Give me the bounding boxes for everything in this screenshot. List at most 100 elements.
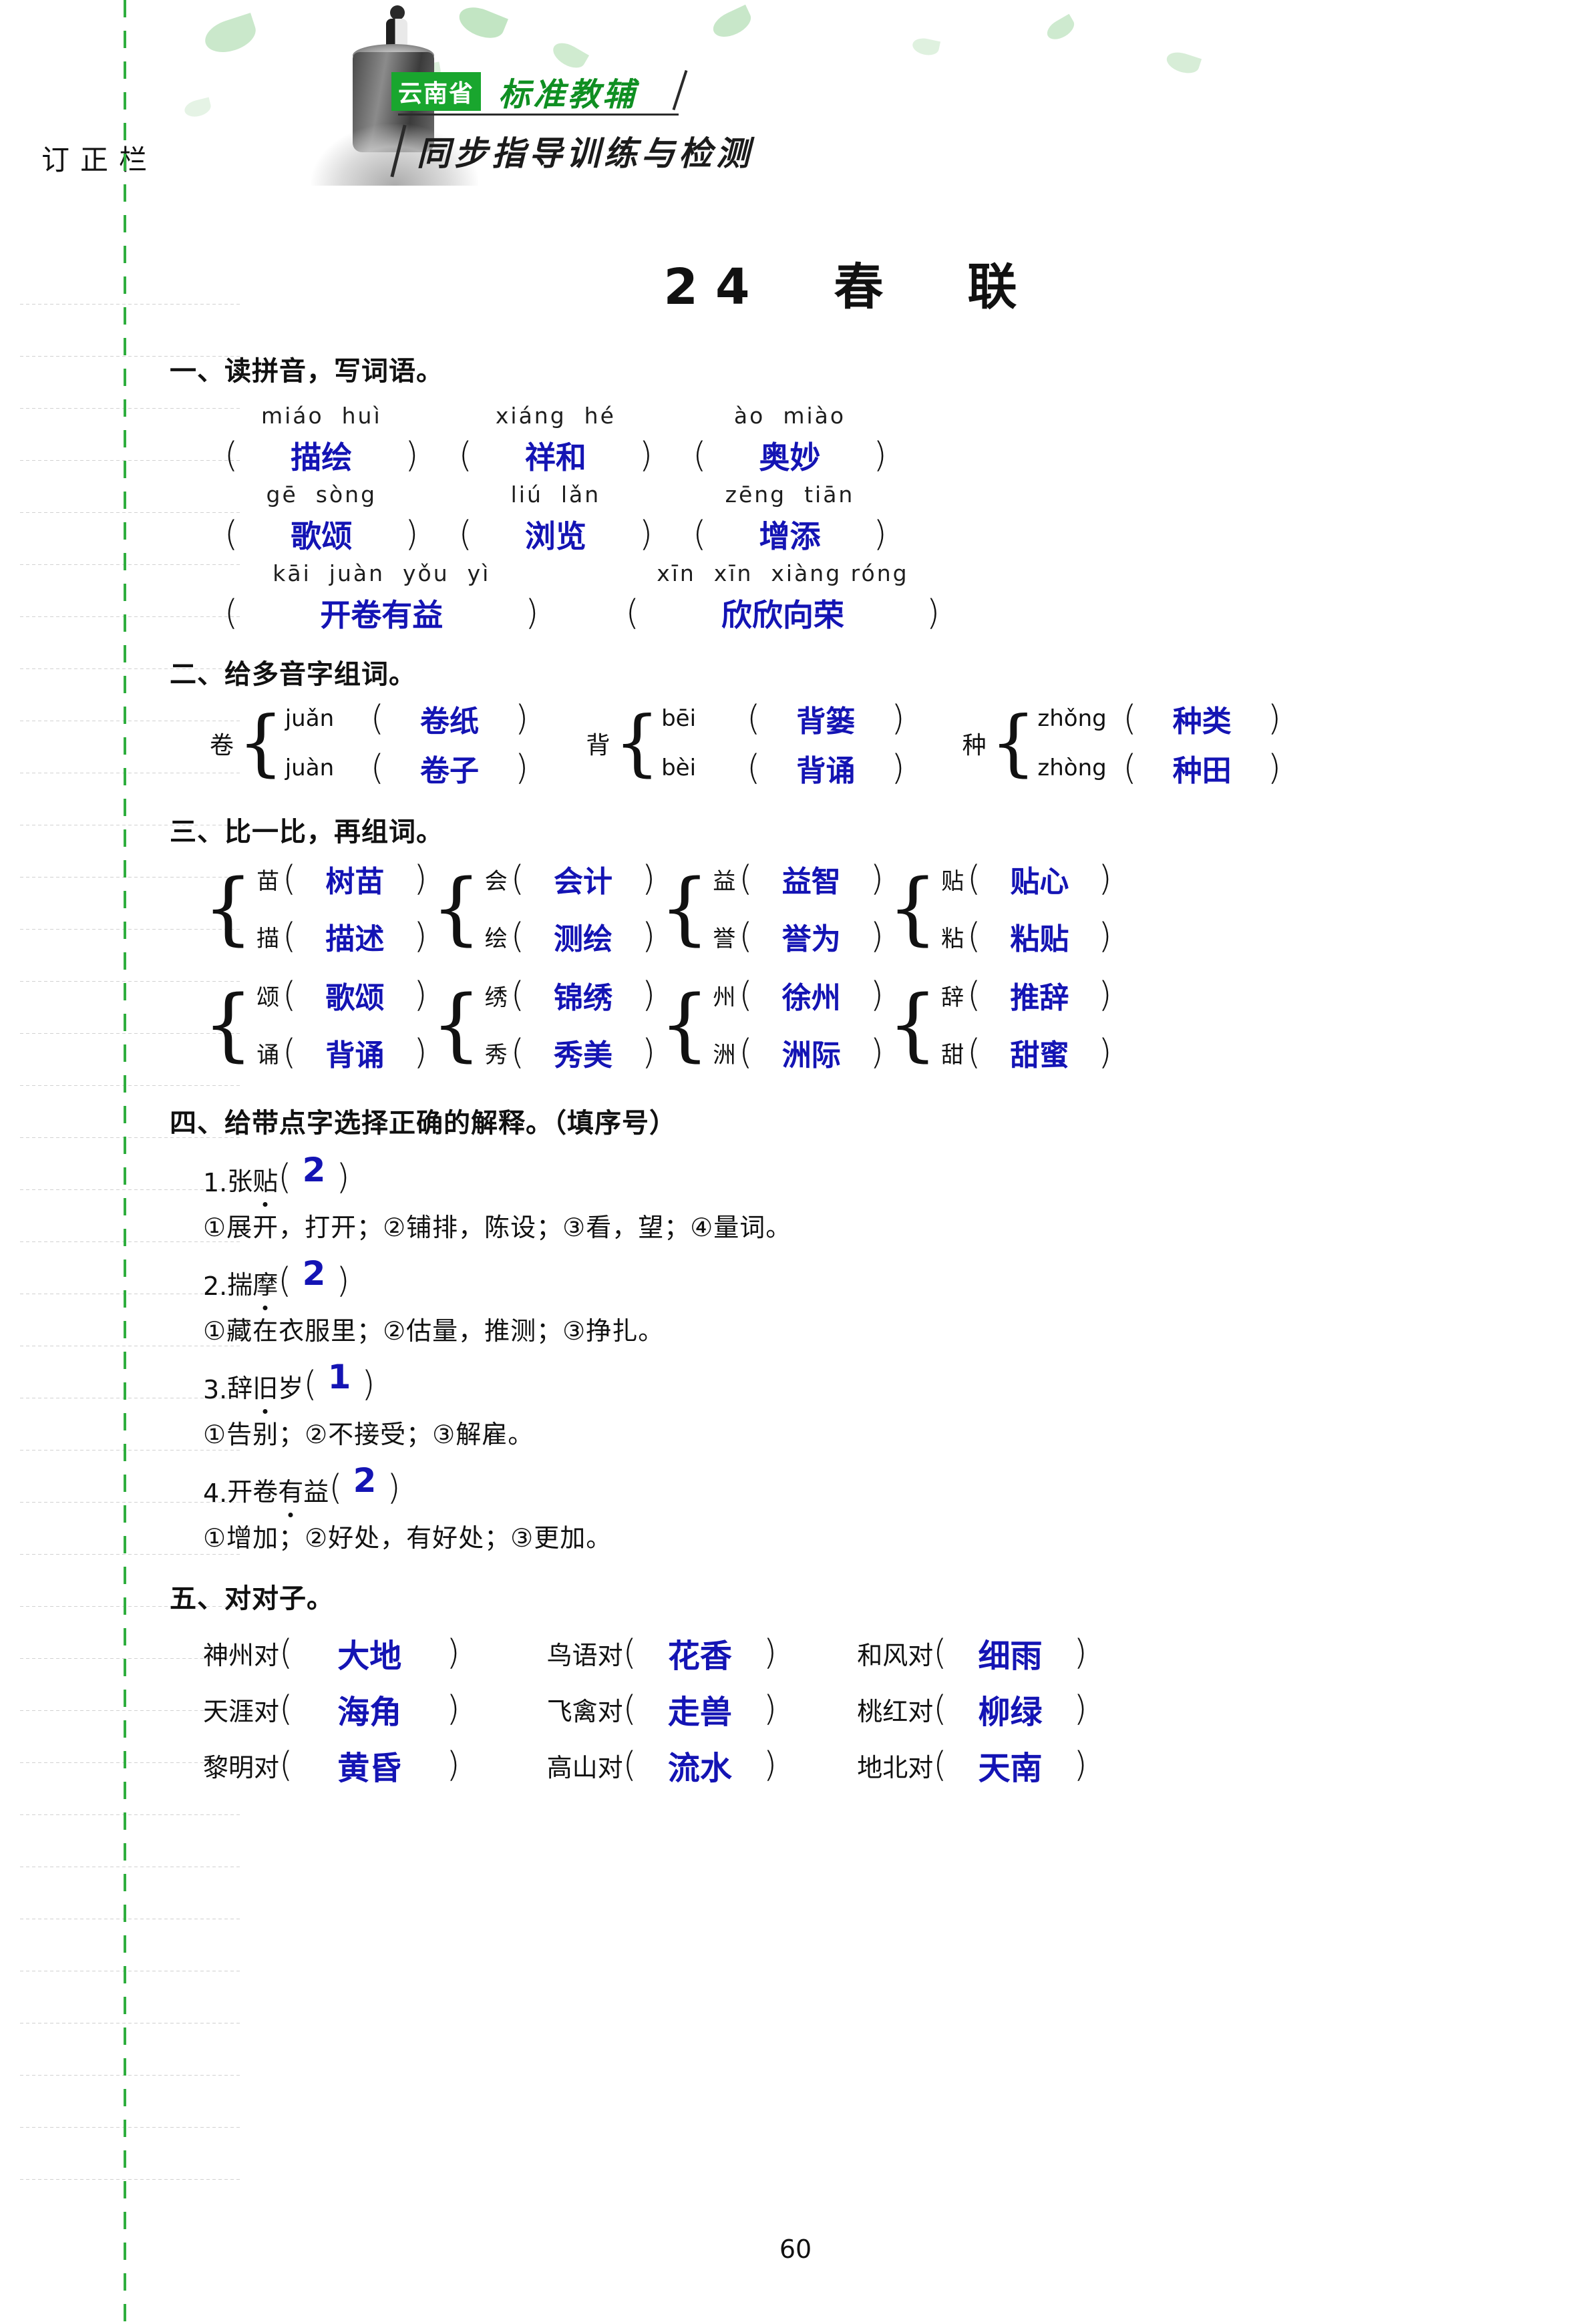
answer-blank[interactable]: 描绘 bbox=[238, 433, 405, 477]
answer-blank[interactable]: 流水 bbox=[637, 1742, 763, 1788]
compare-rows: 辞(推辞) 甜(甜蜜) bbox=[938, 966, 1112, 1081]
answer-blank[interactable]: 锦绣 bbox=[524, 974, 642, 1016]
answer-blank[interactable]: 背诵 bbox=[296, 1031, 413, 1074]
right-paren: ) bbox=[405, 435, 419, 475]
answer-blank[interactable]: 2 bbox=[303, 1151, 326, 1189]
answer-blank[interactable]: 欣欣向荣 bbox=[639, 591, 926, 635]
right-paren: ) bbox=[336, 1261, 350, 1301]
left-paren: ( bbox=[278, 1157, 292, 1197]
answer-blank[interactable]: 背诵 bbox=[760, 747, 891, 789]
left-paren: ( bbox=[739, 916, 753, 956]
answer-blank[interactable]: 细雨 bbox=[947, 1629, 1074, 1676]
section-4-heading: 四、给带点字选择正确的解释。（填序号） bbox=[170, 1108, 677, 1139]
answer-blank[interactable]: 益智 bbox=[753, 857, 870, 900]
pinyin-text: kāi juàn yǒu yì bbox=[273, 560, 491, 586]
compare-item: 颂(歌颂) bbox=[253, 966, 427, 1024]
answer-blank[interactable]: 会计 bbox=[524, 857, 642, 900]
brace-icon: { bbox=[431, 977, 482, 1070]
answer-blank[interactable]: 种田 bbox=[1137, 747, 1268, 789]
answer-blank[interactable]: 粘贴 bbox=[981, 915, 1098, 958]
answer-blank[interactable]: 2 bbox=[353, 1461, 377, 1500]
answer-blank[interactable]: 卷子 bbox=[384, 747, 515, 789]
leaf-icon bbox=[1043, 13, 1078, 44]
couplet-prompt: 天涯对 bbox=[203, 1696, 280, 1726]
couplet-item: 地北对 (天南) bbox=[857, 1742, 1087, 1788]
polyphone-char: 种 bbox=[962, 732, 987, 759]
compare-rows: 益(益智) 誉(誉为) bbox=[709, 850, 884, 965]
left-paren: ( bbox=[283, 1032, 297, 1073]
page-header-art: 云南省 标准教辅 同步指导训练与检测 bbox=[124, 0, 1591, 220]
answer-blank[interactable]: 开卷有益 bbox=[238, 591, 525, 635]
pinyin-answer-cell: xīn xīn xiàng róng (欣欣向荣) bbox=[626, 560, 940, 635]
answer-blank[interactable]: 背篓 bbox=[760, 697, 891, 740]
polyphone-pinyin: bēi bbox=[661, 705, 697, 732]
compare-char: 绣 bbox=[484, 984, 508, 1011]
answer-blank[interactable]: 誉为 bbox=[753, 915, 870, 958]
section-5-heading: 五、对对子。 bbox=[170, 1583, 334, 1614]
leaf-icon bbox=[1164, 48, 1202, 77]
answer-blank[interactable]: 秀美 bbox=[524, 1031, 642, 1074]
answer-blank[interactable]: 甜蜜 bbox=[981, 1031, 1098, 1074]
answer-blank[interactable]: 1 bbox=[328, 1358, 351, 1396]
left-paren: ( bbox=[739, 1032, 753, 1073]
left-paren: ( bbox=[370, 748, 385, 788]
right-paren: ) bbox=[361, 1364, 375, 1404]
left-paren: ( bbox=[279, 1745, 293, 1785]
couplet-item: 高山对 (流水) bbox=[547, 1742, 777, 1788]
answer-blank[interactable]: 天南 bbox=[947, 1742, 1074, 1788]
brace-icon: { bbox=[990, 701, 1037, 785]
section-4-definition-exercise: 1. 张贴 (2) ①展开，打开；②铺排，陈设；③看，望；④量词。 2. 揣摩 (2… bbox=[124, 1151, 1591, 1554]
polyphone-char: 背 bbox=[586, 732, 610, 759]
answer-blank[interactable]: 2 bbox=[303, 1254, 326, 1293]
pinyin-row: miáo huì(描绘) xiáng hé(祥和) ào miào(奥妙) bbox=[124, 403, 1591, 477]
answer-blank[interactable]: 卷纸 bbox=[384, 697, 515, 740]
compare-item: 州(徐州) bbox=[709, 966, 884, 1024]
answer-blank[interactable]: 花香 bbox=[637, 1629, 763, 1676]
compare-item: 描(描述) bbox=[253, 908, 427, 965]
right-paren: ) bbox=[446, 1745, 460, 1785]
answer-blank[interactable]: 奥妙 bbox=[706, 433, 873, 477]
answer-blank[interactable]: 贴心 bbox=[981, 857, 1098, 900]
answer-blank[interactable]: 描述 bbox=[296, 915, 413, 958]
answer-blank[interactable]: 树苗 bbox=[296, 857, 413, 900]
answer-blank[interactable]: 浏览 bbox=[472, 512, 639, 556]
polyphone-row: juǎn (卷纸) bbox=[285, 694, 529, 743]
answer-blank[interactable]: 歌颂 bbox=[296, 974, 413, 1016]
answer-blank[interactable]: 增添 bbox=[706, 512, 873, 556]
answer-blank[interactable]: 走兽 bbox=[637, 1686, 763, 1732]
couplet-item: 飞禽对 (走兽) bbox=[547, 1686, 777, 1732]
answer-blank[interactable]: 歌颂 bbox=[238, 512, 405, 556]
polyphone-row: zhòng (种田) bbox=[1037, 743, 1281, 793]
left-paren: ( bbox=[739, 975, 753, 1015]
answer-blank[interactable]: 柳绿 bbox=[947, 1686, 1074, 1732]
compare-group: {辞(推辞) 甜(甜蜜) bbox=[888, 966, 1112, 1081]
answer-blank[interactable]: 徐州 bbox=[753, 974, 870, 1016]
left-paren: ( bbox=[283, 916, 297, 956]
answer-blank[interactable]: 黄昏 bbox=[293, 1742, 446, 1788]
answer-blank[interactable]: 海角 bbox=[293, 1686, 446, 1732]
answer-blank[interactable]: 祥和 bbox=[472, 433, 639, 477]
polyphone-group: 种{zhǒng (种类) zhòng (种田) bbox=[962, 694, 1281, 793]
answer-blank[interactable]: 洲际 bbox=[753, 1031, 870, 1074]
right-paren: ) bbox=[763, 1689, 777, 1729]
answer-bracket-line: (描绘) bbox=[224, 433, 419, 477]
polyphone-group: 背{bēi(背篓) bèi(背诵) bbox=[586, 694, 904, 793]
compare-group: {绣(锦绣) 秀(秀美) bbox=[431, 966, 656, 1081]
section-2-heading: 二、给多音字组词。 bbox=[170, 659, 416, 690]
left-paren: ( bbox=[693, 435, 707, 475]
brace-icon: { bbox=[203, 977, 254, 1070]
answer-blank[interactable]: 推辞 bbox=[981, 974, 1098, 1016]
right-paren: ) bbox=[1098, 975, 1112, 1015]
answer-blank[interactable]: 大地 bbox=[293, 1629, 446, 1676]
left-paren: ( bbox=[623, 1633, 637, 1673]
couplet-row: 黎明对 (黄昏) 高山对 (流水) 地北对 (天南) bbox=[203, 1737, 1591, 1793]
compare-row: {颂(歌颂) 诵(背诵){绣(锦绣) 秀(秀美){州(徐州) 洲(洲际){辞(推辞) 甜… bbox=[124, 966, 1591, 1081]
left-paren: ( bbox=[370, 699, 385, 739]
left-paren: ( bbox=[510, 975, 525, 1015]
dotted-char: 摩 bbox=[252, 1264, 278, 1301]
answer-blank[interactable]: 测绘 bbox=[524, 915, 642, 958]
section-5-couplet-exercise: 神州对 (大地) 鸟语对 (花香) 和风对 (细雨) 天涯对 (海角) 飞禽对 (走兽)… bbox=[124, 1625, 1591, 1793]
compare-item: 粘(粘贴) bbox=[938, 908, 1112, 965]
brace-icon: { bbox=[659, 861, 710, 954]
answer-blank[interactable]: 种类 bbox=[1137, 697, 1268, 740]
